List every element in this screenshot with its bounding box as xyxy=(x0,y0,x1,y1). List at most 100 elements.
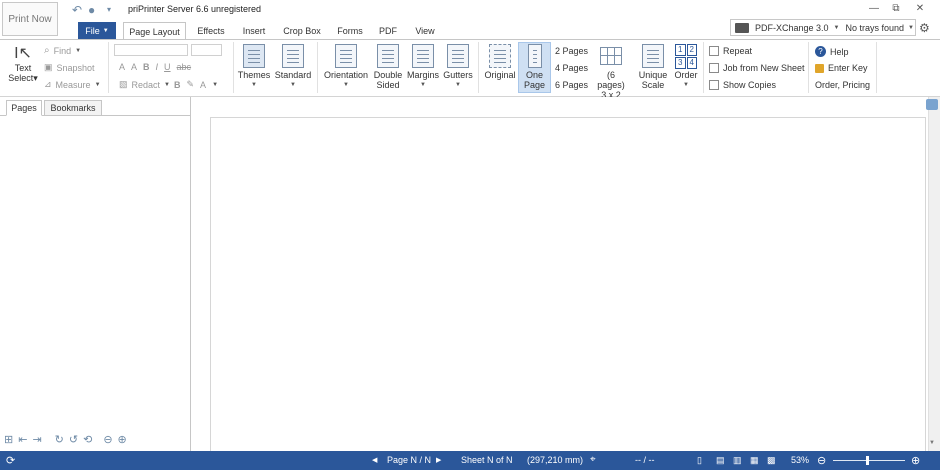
two-pages-button[interactable]: 2 Pages xyxy=(555,46,588,56)
font-family-combo[interactable] xyxy=(114,44,188,56)
repeat-label: Repeat xyxy=(723,46,753,56)
prev-page-icon[interactable]: ◀ xyxy=(372,456,377,464)
undo-icon[interactable]: ↶ xyxy=(72,3,82,17)
six-pages-button[interactable]: 6 Pages xyxy=(555,80,588,90)
gutters-button[interactable]: Gutters ▼ xyxy=(441,44,475,90)
zoom-slider-track[interactable] xyxy=(833,460,905,461)
tab-forms[interactable]: Forms xyxy=(333,22,367,39)
repeat-checkbox[interactable]: Repeat xyxy=(709,46,752,56)
snapshot-button[interactable]: ▣ Snapshot xyxy=(44,62,95,73)
double-sided-button[interactable]: Double Sided xyxy=(372,44,404,90)
rotate-right-icon[interactable]: ↻ xyxy=(55,433,64,446)
four-pages-button[interactable]: 4 Pages xyxy=(555,63,588,73)
show-copies-checkbox[interactable]: Show Copies xyxy=(709,80,776,90)
tab-crop-box[interactable]: Crop Box xyxy=(279,22,325,39)
grid-pages-button[interactable]: (6 pages) 3 x 2 xyxy=(592,44,630,100)
rotate-both-icon[interactable]: ⟲ xyxy=(83,433,92,446)
grid-pages-label: (6 pages) xyxy=(597,70,625,90)
view-grid-icon[interactable]: ▩ xyxy=(767,455,776,466)
unique-scale-label: Unique xyxy=(638,70,668,80)
double-sided-label-2: Sided xyxy=(376,80,400,90)
shrink-font-button[interactable]: A xyxy=(131,62,137,72)
italic-button[interactable]: I xyxy=(156,62,159,72)
chevron-down-icon: ▼ xyxy=(290,82,296,88)
chevron-down-icon: ▼ xyxy=(164,81,170,88)
bold-button-2[interactable]: B xyxy=(174,80,181,90)
view-fit-icon[interactable]: ▤ xyxy=(716,455,725,466)
font-color-button[interactable]: A xyxy=(200,80,206,90)
zoom-out-button[interactable]: ⊖ xyxy=(817,454,826,467)
unique-scale-button[interactable]: Unique Scale xyxy=(636,44,670,90)
chevron-down-icon: ▼ xyxy=(455,82,461,88)
font-size-combo[interactable] xyxy=(191,44,222,56)
restore-button[interactable]: ⧉ xyxy=(888,2,904,16)
strikethrough-button[interactable]: abc xyxy=(177,62,192,72)
font-format-buttons: B ✎ A ▼ xyxy=(174,79,218,90)
one-page-button[interactable]: One Page xyxy=(519,44,550,90)
next-page-icon[interactable]: ▶ xyxy=(436,456,441,464)
redact-button[interactable]: ▧ Redact ▼ xyxy=(119,79,170,90)
zoom-in-button[interactable]: ⊕ xyxy=(911,454,920,467)
orientation-button[interactable]: Orientation ▼ xyxy=(322,44,370,90)
ruler-icon: ⊿ xyxy=(44,79,52,89)
orientation-icon xyxy=(335,44,357,68)
job-from-new-sheet-checkbox[interactable]: Job from New Sheet xyxy=(709,63,805,73)
find-button[interactable]: ⌕ Find ▼ xyxy=(44,45,81,56)
ribbon-separator xyxy=(876,42,877,93)
bold-button[interactable]: B xyxy=(143,62,150,72)
close-button[interactable]: ✕ xyxy=(912,2,928,16)
rotate-left-icon[interactable]: ↺ xyxy=(69,433,78,446)
minimize-button[interactable]: — xyxy=(866,2,882,16)
printer-selector[interactable]: PDF-XChange 3.0 ▼ No trays found ▼ xyxy=(730,19,916,36)
view-single-icon[interactable]: ▯ xyxy=(697,455,702,466)
customize-quick-access-icon[interactable]: ▾ xyxy=(107,3,111,17)
settings-gear-icon[interactable]: ⚙ xyxy=(919,21,930,35)
view-width-icon[interactable]: ▥ xyxy=(733,455,742,466)
refresh-icon[interactable]: ⟳ xyxy=(6,454,15,467)
checkbox-box xyxy=(709,63,719,73)
tab-pdf[interactable]: PDF xyxy=(374,22,402,39)
original-button[interactable]: Original xyxy=(482,44,518,80)
snapshot-label: Snapshot xyxy=(56,62,95,73)
tab-pages[interactable]: Pages xyxy=(6,100,42,116)
cloud-icon[interactable]: ● xyxy=(88,3,95,17)
standard-button[interactable]: Standard ▼ xyxy=(273,44,313,90)
tab-bookmarks[interactable]: Bookmarks xyxy=(44,100,102,116)
text-select-button[interactable]: I↖ Text Select▾ xyxy=(8,45,38,83)
insert-before-icon[interactable]: ⇤ xyxy=(18,433,27,446)
themes-button[interactable]: Themes ▼ xyxy=(237,44,271,90)
measure-button[interactable]: ⊿ Measure ▼ xyxy=(44,79,101,90)
measure-label: Measure xyxy=(55,79,91,90)
insert-after-icon[interactable]: ⇥ xyxy=(32,433,41,446)
tab-file-label: File xyxy=(85,25,100,36)
binoculars-icon: ⌕ xyxy=(44,45,50,56)
enter-key-button[interactable]: Enter Key xyxy=(815,63,868,73)
zoom-out-icon[interactable]: ⊖ xyxy=(103,433,112,446)
tab-effects[interactable]: Effects xyxy=(192,22,230,39)
tab-file[interactable]: File ▼ xyxy=(78,22,116,39)
orientation-label: Orientation xyxy=(323,70,369,80)
zoom-slider-thumb[interactable] xyxy=(866,456,869,465)
enter-key-label: Enter Key xyxy=(828,63,868,73)
panel-toggle-icon[interactable] xyxy=(926,99,938,110)
page-preview[interactable] xyxy=(210,117,926,451)
tab-page-layout[interactable]: Page Layout xyxy=(123,22,186,40)
tab-insert[interactable]: Insert xyxy=(236,22,272,39)
scroll-down-icon[interactable]: ▼ xyxy=(929,440,935,446)
add-page-icon[interactable]: ⊞ xyxy=(4,433,13,446)
underline-button[interactable]: U xyxy=(164,62,171,72)
view-double-icon[interactable]: ▦ xyxy=(750,455,759,466)
margins-button[interactable]: Margins ▼ xyxy=(405,44,441,90)
order-button[interactable]: 1 2 3 4 Order ▼ xyxy=(672,44,700,90)
zoom-in-icon[interactable]: ⊕ xyxy=(118,433,127,446)
help-button[interactable]: ? Help xyxy=(815,46,849,57)
vertical-scrollbar[interactable] xyxy=(928,97,940,451)
font-size-buttons: A A B I U abc xyxy=(119,62,191,72)
side-panel: Pages Bookmarks ⊞ ⇤ ⇥ ↻ ↺ ⟲ ⊖ ⊕ xyxy=(0,97,191,451)
double-sided-icon xyxy=(377,44,399,68)
order-pricing-button[interactable]: Order, Pricing xyxy=(815,80,870,90)
highlight-pen-icon[interactable]: ✎ xyxy=(187,79,195,90)
tab-view[interactable]: View xyxy=(410,22,440,39)
cursor-coordinates: -- / -- xyxy=(635,455,655,465)
grow-font-button[interactable]: A xyxy=(119,62,125,72)
